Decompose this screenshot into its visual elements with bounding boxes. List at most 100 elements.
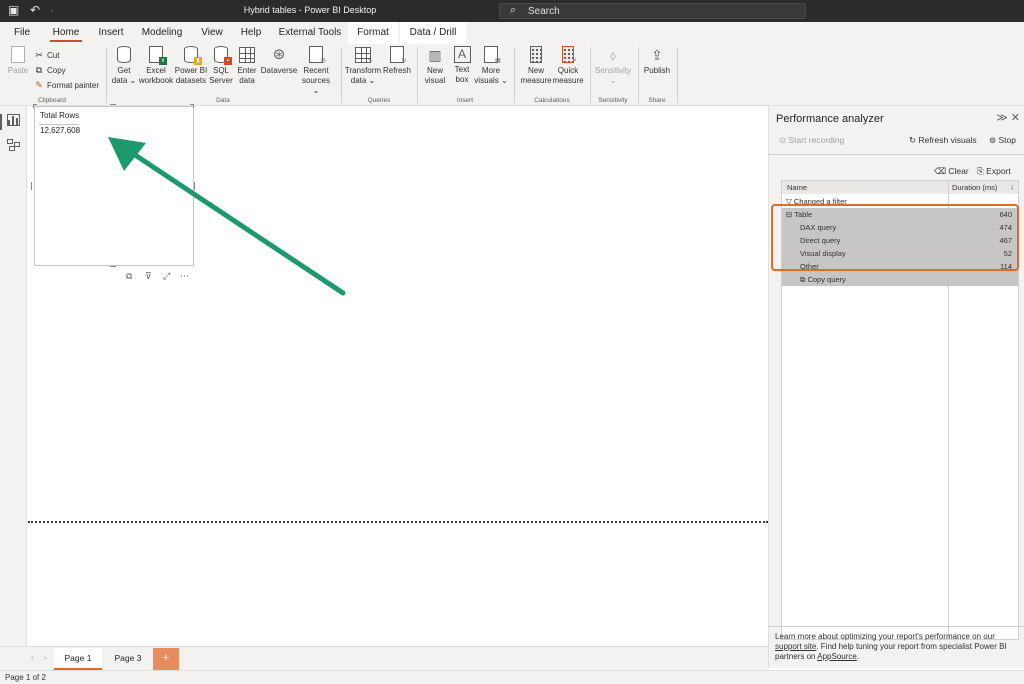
title-bar: ▣ ↶ · Hybrid tables - Power BI Desktop ⌕…	[0, 0, 1024, 22]
prev-page-icon[interactable]: ‹	[31, 653, 34, 662]
format-painter-icon: ✎	[35, 80, 43, 90]
sql-label-2: Server	[209, 76, 233, 85]
ribbon-separator	[638, 47, 639, 103]
export-icon: ⎘	[977, 166, 987, 176]
export-button[interactable]: ⎘ Export	[977, 166, 1011, 177]
more-visuals-button[interactable]: ▤ More visuals ⌄	[474, 46, 508, 86]
more-visuals-icon: ▤	[482, 46, 501, 64]
clear-button[interactable]: ⌫ Clear	[934, 166, 969, 177]
page-tab-1[interactable]: Page 1	[54, 648, 102, 670]
excel-workbook-button[interactable]: x Excel workbook	[138, 46, 174, 86]
tab-external-tools[interactable]: External Tools	[276, 22, 344, 44]
recent-sources-button[interactable]: ◷ Recent sources ⌄	[298, 46, 334, 96]
more-visuals-label-2: visuals ⌄	[474, 76, 508, 85]
cut-label: Cut	[47, 51, 60, 60]
sql-server-button[interactable]: ▪ SQL Server	[208, 46, 234, 86]
quick-measure-button[interactable]: ⚡ Quick measure	[552, 46, 584, 86]
table-icon	[238, 46, 256, 64]
excel-icon: x	[147, 46, 167, 65]
quick-measure-label-1: Quick	[557, 66, 579, 75]
tab-modeling[interactable]: Modeling	[138, 22, 186, 44]
ribbon-separator	[341, 47, 342, 103]
text-box-button[interactable]: A Text box	[450, 46, 474, 85]
format-painter-button[interactable]: ✎ Format painter	[34, 78, 99, 92]
resize-handle-top[interactable]	[110, 104, 116, 107]
resize-handle-corner-tr[interactable]	[190, 104, 194, 108]
sort-icon[interactable]: ↓	[1010, 182, 1014, 191]
grid-header: Name Duration (ms) ↓	[782, 181, 1018, 194]
new-measure-label-1: New	[527, 66, 544, 75]
enter-data-button[interactable]: Enter data	[234, 46, 260, 86]
pane-divider	[769, 154, 1024, 155]
dataverse-button[interactable]: ⊛ Dataverse	[260, 46, 298, 76]
tab-help[interactable]: Help	[236, 22, 266, 44]
power-bi-datasets-button[interactable]: ▮ Power BI datasets	[174, 46, 208, 86]
page-tabs-bar: ‹ › Page 1 Page 3 +	[0, 646, 768, 670]
visual-title: Total Rows	[40, 111, 80, 120]
footer-text-3: .	[856, 652, 860, 661]
get-data-button[interactable]: Get data ⌄	[110, 46, 138, 86]
transform-data-button[interactable]: ✎ Transform data ⌄	[344, 46, 382, 86]
annotation-arrow	[108, 137, 346, 296]
row-name: ⧉ Copy query	[800, 275, 846, 285]
tab-data-drill[interactable]: Data / Drill	[400, 22, 466, 44]
get-data-label-1: Get	[117, 66, 131, 75]
enter-label-1: Enter	[237, 66, 257, 75]
appsource-link[interactable]: AppSource	[817, 652, 857, 661]
tab-file[interactable]: File	[8, 22, 36, 44]
publish-icon: ⇪	[651, 47, 663, 63]
refresh-visuals-button[interactable]: ↻ Refresh visuals	[909, 135, 977, 146]
group-data: Data	[216, 97, 230, 104]
eraser-icon: ⌫	[934, 166, 949, 176]
copy-label: Copy	[47, 66, 66, 75]
sensitivity-button[interactable]: ⬨ Sensitivity ⌄	[593, 46, 633, 86]
tab-view[interactable]: View	[196, 22, 228, 44]
visual-title-underline	[39, 124, 79, 125]
support-site-link[interactable]: support site	[775, 642, 816, 651]
tab-insert[interactable]: Insert	[94, 22, 128, 44]
collapse-pane-icon[interactable]: ≫ ✕	[996, 111, 1020, 124]
sensitivity-icon: ⬨	[609, 47, 617, 63]
add-page-button[interactable]: +	[153, 648, 179, 670]
page-tab-3[interactable]: Page 3	[104, 648, 152, 670]
col-duration-header[interactable]: Duration (ms)	[952, 183, 997, 192]
excel-label-1: Excel	[146, 66, 166, 75]
next-page-icon[interactable]: ›	[44, 653, 47, 662]
search-box[interactable]: ⌕ Search	[499, 3, 806, 19]
group-clipboard: Clipboard	[38, 97, 66, 104]
quick-measure-icon: ⚡	[559, 46, 577, 64]
resize-handle-corner-tl[interactable]	[33, 104, 37, 108]
performance-analyzer-pane: Performance analyzer ≫ ✕ ⊙ Start recordi…	[768, 106, 1024, 668]
enter-label-2: data	[239, 76, 255, 85]
model-view-icon[interactable]	[7, 139, 20, 151]
group-insert: Insert	[456, 97, 474, 104]
report-view-icon[interactable]	[7, 114, 20, 126]
copy-icon: ⧉	[35, 65, 43, 75]
cut-button[interactable]: ✂ Cut	[34, 48, 59, 62]
refresh-label: Refresh	[382, 66, 411, 75]
recent-label-1: Recent	[303, 66, 329, 75]
search-placeholder: Search	[528, 6, 560, 17]
start-recording-button[interactable]: ⊙ Start recording	[779, 135, 844, 146]
new-visual-button[interactable]: ▥ New visual	[420, 46, 450, 86]
new-measure-button[interactable]: New measure	[518, 46, 554, 86]
pane-divider	[769, 626, 1024, 627]
visual-value: 12,627,608	[40, 126, 81, 135]
cut-icon: ✂	[35, 50, 43, 60]
refresh-button[interactable]: ↻ Refresh	[382, 46, 412, 76]
new-measure-label-2: measure	[520, 76, 552, 85]
powerbi-label-1: Power BI	[174, 66, 208, 75]
powerbi-label-2: datasets	[175, 76, 207, 85]
publish-button[interactable]: ⇪ Publish	[642, 46, 672, 76]
copy-query-link[interactable]: ⧉ Copy query	[782, 273, 1018, 286]
group-calculations: Calculations	[534, 97, 570, 104]
copy-button[interactable]: ⧉ Copy	[34, 63, 66, 77]
ribbon: Paste ✂ Cut ⧉ Copy ✎ Format painter Clipboa…	[0, 44, 1024, 106]
dataverse-label: Dataverse	[260, 66, 298, 75]
resize-handle-left[interactable]	[31, 182, 34, 190]
tab-home[interactable]: Home	[48, 22, 84, 44]
tab-format[interactable]: Format	[348, 22, 398, 44]
col-name-header[interactable]: Name	[787, 183, 807, 192]
paste-button[interactable]: Paste	[6, 46, 30, 76]
stop-button[interactable]: ⊚ Stop	[989, 135, 1016, 146]
